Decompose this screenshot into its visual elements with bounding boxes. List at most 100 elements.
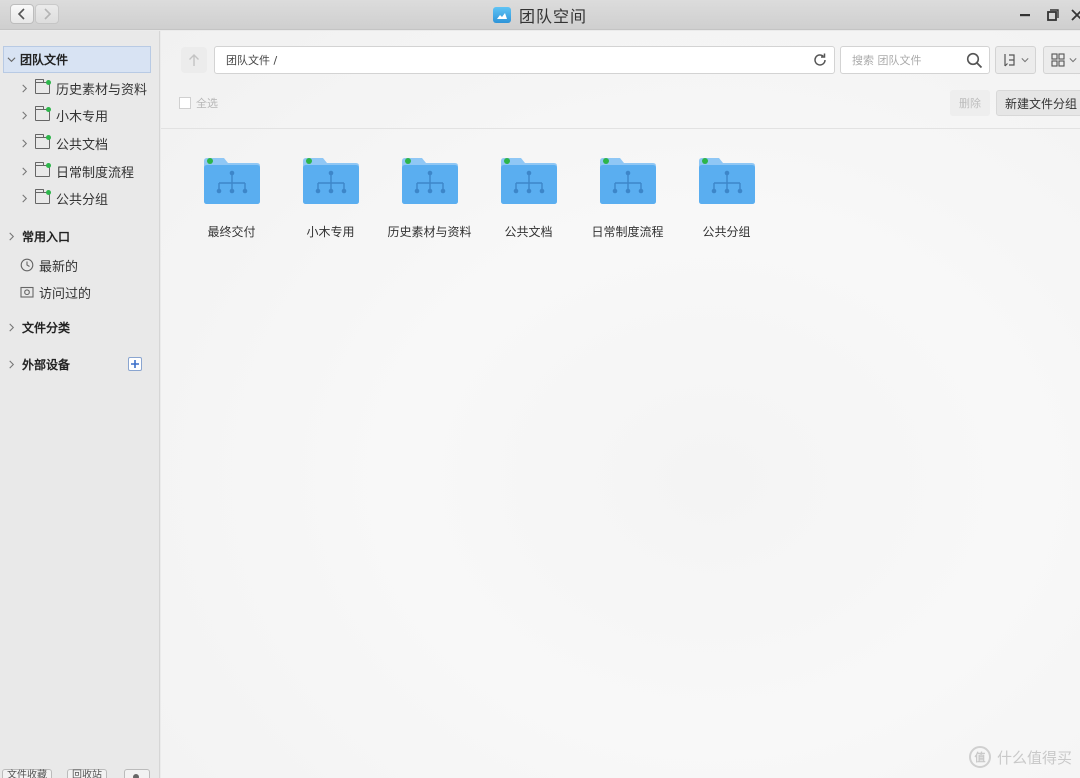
settings-tab[interactable] (124, 769, 150, 778)
chevron-right-icon[interactable] (20, 194, 29, 203)
grid-view-icon (1051, 53, 1065, 67)
back-button[interactable] (10, 4, 34, 24)
folder-label: 最终交付 (207, 225, 256, 239)
sort-icon (1003, 54, 1015, 67)
sidebar-item-label: 最新的 (39, 259, 79, 275)
folder-icon (35, 79, 51, 94)
team-folder-icon (301, 155, 361, 207)
minimize-icon (1020, 14, 1030, 17)
folder-icon (35, 106, 51, 121)
add-device-button[interactable] (128, 357, 142, 371)
folder-label: 公共分组 (702, 225, 751, 239)
team-space-app-icon (492, 7, 511, 23)
arrow-up-icon (189, 54, 199, 66)
chevron-right-icon[interactable] (7, 232, 16, 241)
folder-label: 历史素材与资料 (387, 225, 472, 239)
sidebar-folder-label: 日常制度流程 (56, 165, 135, 181)
watermark-logo: 值 (968, 746, 991, 768)
restore-button[interactable] (1044, 6, 1062, 24)
team-folder-icon (598, 155, 658, 207)
visited-icon (20, 286, 34, 298)
folder-label: 公共文档 (504, 225, 553, 239)
chevron-down-icon[interactable] (7, 55, 16, 64)
folder-label: 小木专用 (306, 225, 355, 239)
sidebar: 团队文件 历史素材与资料 小木专用 公共文档 日常制度流程 公共分组 常用入口 … (0, 31, 160, 778)
new-file-group-button[interactable]: 新建文件分组 (996, 90, 1080, 116)
chevron-right-icon[interactable] (20, 139, 29, 148)
folder-item[interactable]: 最终交付 (182, 155, 281, 240)
chevron-right-icon[interactable] (20, 111, 29, 120)
sidebar-folder-item[interactable]: 历史素材与资料 (20, 78, 147, 98)
clock-icon (20, 258, 34, 272)
title-bar: 团队空间 (0, 0, 1080, 30)
search-icon[interactable] (966, 52, 983, 69)
view-mode-button[interactable] (1043, 46, 1080, 74)
folder-item[interactable]: 小木专用 (281, 155, 380, 240)
team-folder-icon (697, 155, 757, 207)
watermark-text: 什么值得买 (996, 748, 1072, 767)
sidebar-item-recent[interactable]: 最新的 (20, 255, 78, 275)
select-all-label: 全选 (196, 97, 218, 110)
sidebar-folder-item[interactable]: 公共文档 (20, 133, 108, 153)
team-folder-icon (202, 155, 262, 207)
chevron-right-icon[interactable] (7, 323, 16, 332)
team-folder-icon (499, 155, 559, 207)
sidebar-folder-item[interactable]: 日常制度流程 (20, 161, 134, 181)
folder-icon (35, 134, 51, 149)
recycle-bin-tab[interactable]: 回收站 (67, 769, 107, 778)
search-input[interactable]: 搜索 团队文件 (840, 46, 990, 74)
window-title: 团队空间 (518, 7, 587, 26)
sidebar-section-devices[interactable]: 外部设备 (7, 354, 70, 374)
sidebar-root-label: 团队文件 (20, 53, 69, 67)
path-bar[interactable]: 团队文件 / (214, 46, 835, 74)
sidebar-item-team-files[interactable]: 团队文件 (3, 46, 151, 73)
sidebar-bottom-bar: 文件收藏 回收站 (0, 765, 160, 778)
chevron-right-icon[interactable] (20, 84, 29, 93)
chevron-down-icon (1069, 58, 1077, 63)
restore-icon (1047, 9, 1059, 21)
toolbar-divider (161, 128, 1080, 129)
section-label: 文件分类 (22, 320, 71, 335)
plus-icon (131, 360, 139, 368)
sidebar-section-categories[interactable]: 文件分类 (7, 317, 70, 337)
folder-item[interactable]: 公共文档 (479, 155, 578, 240)
chevron-left-icon (17, 8, 25, 20)
folder-label: 日常制度流程 (591, 225, 664, 239)
team-folder-icon (400, 155, 460, 207)
section-label: 外部设备 (22, 357, 71, 372)
section-label: 常用入口 (22, 229, 71, 244)
sidebar-folder-item[interactable]: 公共分组 (20, 188, 108, 208)
sort-button[interactable] (995, 46, 1036, 74)
close-icon (1071, 9, 1080, 21)
chevron-right-icon[interactable] (7, 360, 16, 369)
forward-button[interactable] (35, 4, 59, 24)
folder-icon (35, 162, 51, 177)
folder-item[interactable]: 公共分组 (677, 155, 776, 240)
search-placeholder: 搜索 团队文件 (852, 54, 922, 67)
folder-item[interactable]: 日常制度流程 (578, 155, 677, 240)
minimize-button[interactable] (1016, 6, 1034, 24)
sidebar-folder-item[interactable]: 小木专用 (20, 105, 108, 125)
gear-icon (133, 774, 139, 778)
close-button[interactable] (1068, 6, 1080, 24)
chevron-right-icon (44, 8, 52, 20)
folder-item[interactable]: 历史素材与资料 (380, 155, 479, 240)
chevron-down-icon (1020, 58, 1029, 63)
refresh-icon[interactable] (812, 52, 828, 68)
sidebar-folder-label: 公共文档 (56, 137, 109, 153)
folder-icon (35, 189, 51, 204)
chevron-right-icon[interactable] (20, 167, 29, 176)
select-all[interactable]: 全选 (179, 95, 218, 111)
sidebar-item-label: 访问过的 (39, 286, 92, 302)
path-text: 团队文件 / (226, 54, 278, 67)
up-level-button[interactable] (181, 47, 207, 73)
favorites-tab[interactable]: 文件收藏 (2, 769, 52, 778)
main-panel: 团队文件 / 搜索 团队文件 全选 删除 新建文件分组 最终交付 小木专用 历史素材… (161, 31, 1080, 778)
sidebar-section-common[interactable]: 常用入口 (7, 226, 70, 246)
select-all-checkbox[interactable] (179, 97, 191, 109)
sidebar-item-visited[interactable]: 访问过的 (20, 282, 91, 302)
sidebar-folder-label: 小木专用 (56, 109, 109, 125)
delete-button[interactable]: 删除 (950, 90, 990, 116)
sidebar-folder-label: 公共分组 (56, 192, 109, 208)
watermark: 值 什么值得买 (968, 746, 1072, 768)
